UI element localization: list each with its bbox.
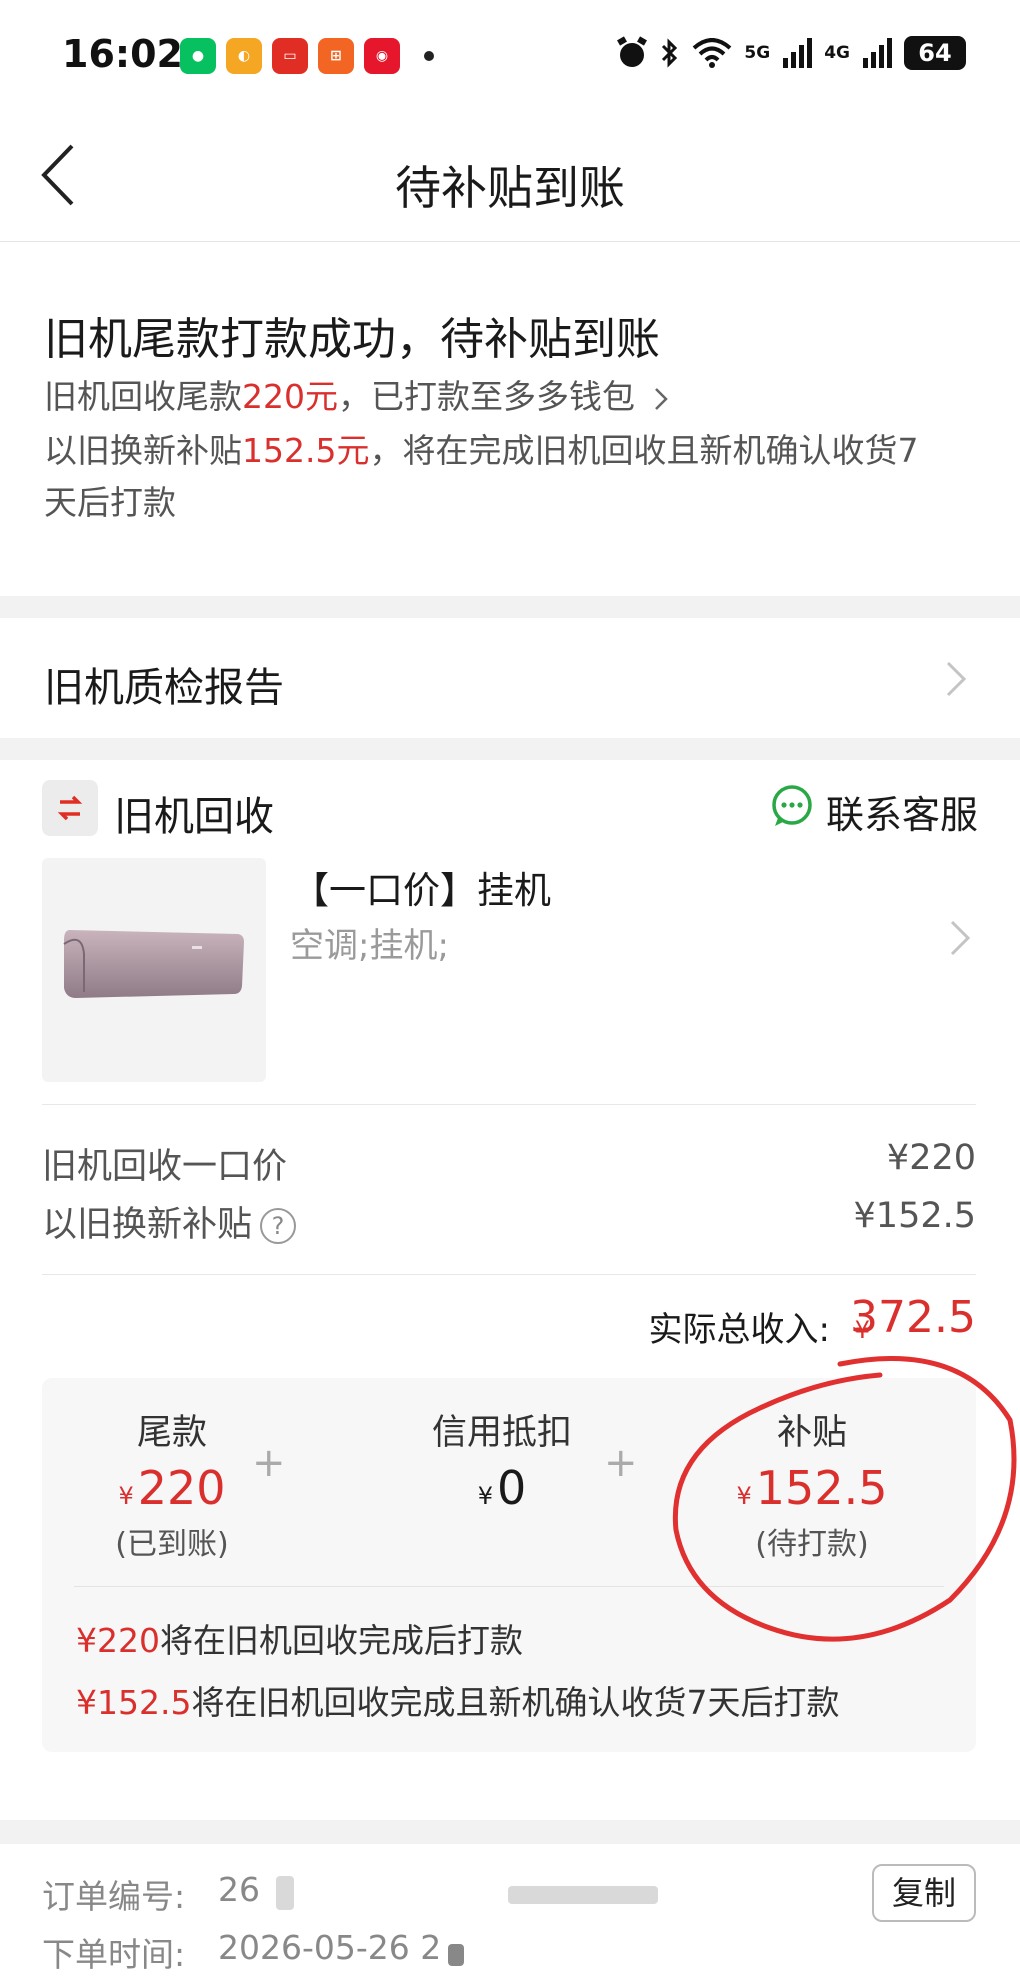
section-divider: [0, 596, 1020, 618]
currency-symbol: ¥: [477, 1482, 493, 1510]
chevron-right-icon: [946, 661, 967, 697]
redaction-block: [276, 1876, 294, 1910]
redaction-block: [448, 1944, 464, 1966]
breakdown-title: 补贴: [776, 1413, 847, 1453]
inspection-report-row[interactable]: 旧机质检报告: [0, 619, 1020, 737]
plus-sign: +: [604, 1440, 638, 1486]
status-time: 16:02: [62, 32, 183, 76]
tail-payment-line[interactable]: 旧机回收尾款220元，已打款至多多钱包: [44, 371, 976, 423]
subsidy-amount: 152.5元: [242, 431, 370, 470]
breakdown-note: (已到账): [115, 1527, 229, 1562]
redaction-block: [508, 1886, 658, 1904]
divider: [42, 1104, 976, 1105]
breakdown-note: (待打款): [755, 1527, 869, 1562]
recycle-exchange-icon: [42, 780, 98, 836]
order-time-label: 下单时间:: [42, 1935, 186, 1974]
signal-5g-label: 5G: [744, 43, 771, 63]
subsidy-info-line: 以旧换新补贴152.5元，将在完成旧机回收且新机确认收货7: [44, 425, 976, 477]
battery-icon: 64: [904, 36, 966, 70]
status-notification-icons: ● ◐ ▭ ⊞ ◉: [180, 38, 434, 74]
breakdown-credit-deduction: 信用抵扣 ¥0: [372, 1404, 632, 1515]
tail-payment-amount: 220元: [242, 377, 338, 416]
subsidy-suffix: ，将在完成旧机回收且新机确认收货7: [369, 431, 919, 470]
wechat-icon: ●: [180, 38, 216, 74]
help-icon[interactable]: ?: [260, 1208, 297, 1244]
payment-schedule-line: ¥152.5将在旧机回收完成且新机确认收货7天后打款: [76, 1676, 839, 1724]
breakdown-subsidy: 补贴 ¥152.5 (待打款): [682, 1404, 942, 1563]
app-notification-icon: ◐: [226, 38, 262, 74]
order-info-footer: 订单编号: 26 复制 下单时间: 2026-05-26 2: [0, 1844, 1020, 1978]
schedule-text: 将在旧机回收完成后打款: [159, 1621, 523, 1660]
breakdown-amount: ¥152.5: [682, 1461, 942, 1515]
subsidy-info-wrap: 天后打款: [44, 483, 176, 522]
breakdown-amount-value: 0: [497, 1461, 527, 1515]
wifi-icon: [693, 38, 732, 68]
plus-sign: +: [252, 1440, 286, 1486]
product-title[interactable]: 【一口价】挂机: [292, 860, 551, 914]
contact-service-button[interactable]: 联系客服: [826, 784, 978, 839]
tail-payment-suffix: ，已打款至多多钱包: [338, 377, 635, 416]
product-image[interactable]: [42, 858, 266, 1082]
payment-schedule-line: ¥220将在旧机回收完成后打款: [76, 1614, 523, 1662]
cellular-signal-icon: [783, 38, 813, 68]
order-number-label: 订单编号:: [42, 1877, 186, 1916]
schedule-text: 将在旧机回收完成且新机确认收货7天后打款: [191, 1683, 840, 1722]
tail-payment-prefix: 旧机回收尾款: [44, 377, 242, 416]
status-headline: 旧机尾款打款成功，待补贴到账: [44, 314, 660, 365]
subsidy-value: ¥152.5: [853, 1196, 976, 1236]
subsidy-prefix: 以旧换新补贴: [44, 431, 242, 470]
recycle-order-card: 旧机回收 联系客服 【一口价】挂机 空调;挂机; 旧机回收一口价 ¥220 以旧…: [0, 760, 1020, 1820]
schedule-amount: ¥220: [76, 1621, 160, 1660]
cellular-signal-icon: [863, 38, 892, 68]
chat-bubble-icon[interactable]: [770, 784, 814, 828]
payment-status-section: 旧机尾款打款成功，待补贴到账 旧机回收尾款220元，已打款至多多钱包 以旧换新补…: [0, 243, 1020, 595]
section-divider: [0, 738, 1020, 760]
nav-bar: 待补贴到账: [0, 112, 1020, 242]
chevron-right-icon: [654, 387, 668, 410]
currency-symbol: ¥: [736, 1482, 752, 1510]
copy-button[interactable]: 复制: [872, 1864, 976, 1922]
weibo-icon: ◉: [364, 38, 400, 74]
more-notifications-icon: [424, 51, 434, 61]
recycle-section-label: 旧机回收: [114, 794, 274, 840]
divider: [74, 1586, 944, 1587]
breakdown-title: 信用抵扣: [431, 1413, 572, 1453]
subsidy-label: 以旧换新补贴: [42, 1205, 253, 1245]
alarm-icon: [617, 36, 648, 67]
recycle-price-value: ¥220: [886, 1138, 976, 1178]
order-number-value: 26: [218, 1870, 260, 1909]
order-time-value: 2026-05-26 2: [218, 1928, 442, 1967]
status-bar: 16:02 ● ◐ ▭ ⊞ ◉ 5G 4G 64: [0, 0, 1020, 112]
breakdown-amount-value: 152.5: [755, 1461, 888, 1515]
breakdown-amount: ¥0: [372, 1461, 632, 1515]
signal-4g-label: 4G: [824, 43, 850, 63]
chevron-right-icon[interactable]: [948, 918, 972, 958]
recycle-price-label: 旧机回收一口价: [42, 1147, 288, 1187]
breakdown-amount-value: 220: [137, 1461, 226, 1515]
divider: [42, 1274, 976, 1275]
inspection-report-label: 旧机质检报告: [44, 665, 284, 711]
bluetooth-icon: [662, 38, 678, 68]
income-breakdown-panel: 尾款 ¥220 (已到账) + 信用抵扣 ¥0 + 补贴 ¥152.5 (待打款…: [42, 1378, 976, 1752]
app-grid-icon: ⊞: [318, 38, 354, 74]
currency-symbol: ¥: [118, 1482, 134, 1510]
section-divider: [0, 1820, 1020, 1844]
product-spec: 空调;挂机;: [290, 926, 449, 966]
page-title: 待补贴到账: [395, 161, 625, 215]
total-income-label: 实际总收入:: [648, 1310, 830, 1350]
status-system-icons: 5G 4G 64: [616, 36, 966, 70]
payment-app-icon: ▭: [272, 38, 308, 74]
subsidy-label-row: 以旧换新补贴?: [42, 1196, 297, 1247]
schedule-amount: ¥152.5: [76, 1683, 192, 1722]
total-income-value: 372.5: [850, 1292, 976, 1343]
